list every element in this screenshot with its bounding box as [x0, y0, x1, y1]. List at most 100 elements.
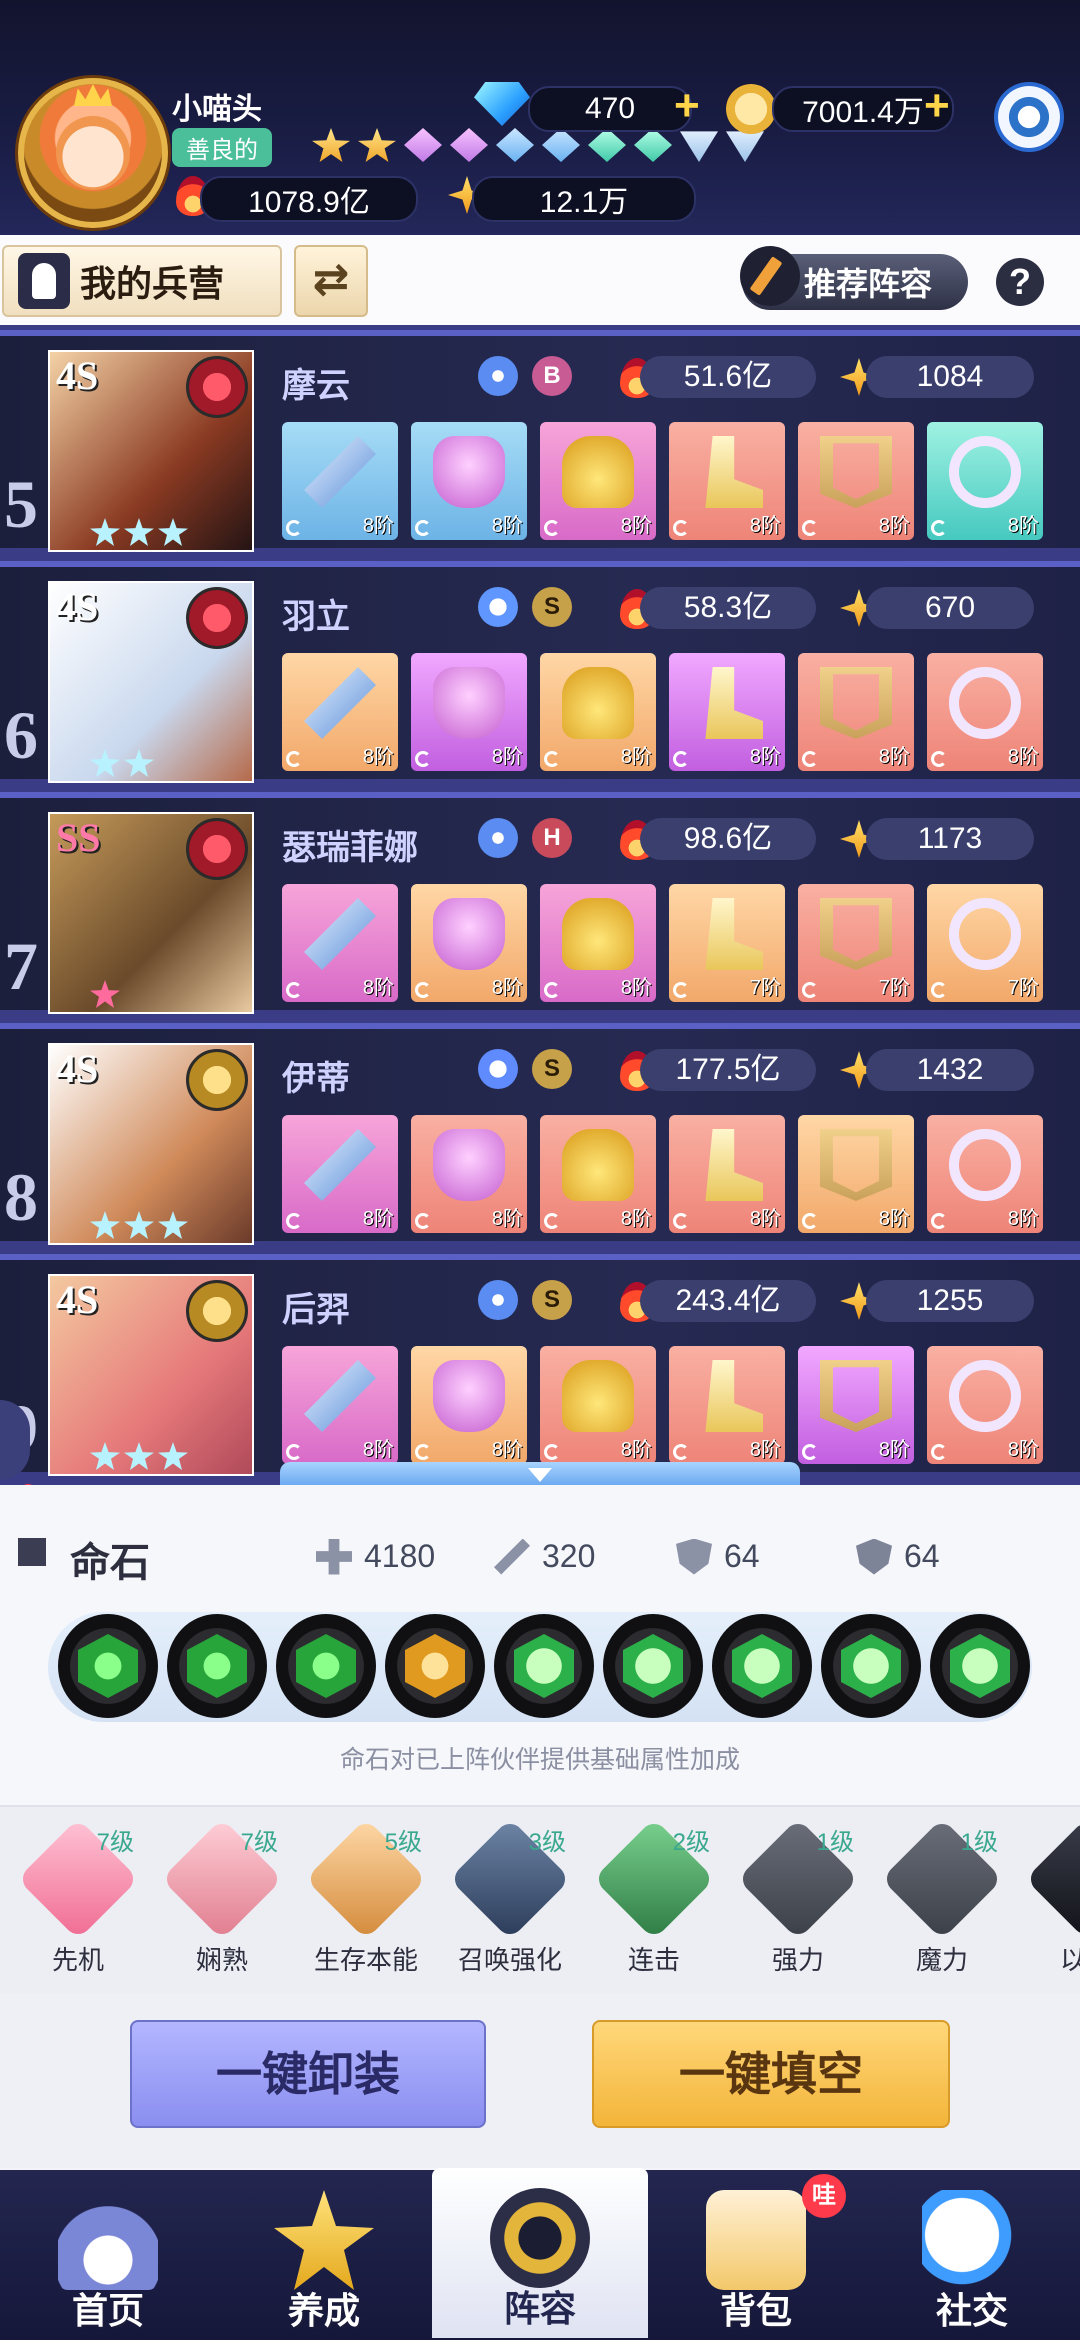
teal-rank-star-icon — [634, 128, 672, 162]
magic-shield-icon — [856, 1538, 892, 1575]
hero-row[interactable]: 7 SS 瑟瑞菲娜 H 98.6亿 1173 8阶 8阶 8阶 7阶 7阶 7阶 — [0, 792, 1080, 1014]
equipment-slot[interactable]: 8阶 — [282, 1346, 398, 1464]
nav-social[interactable]: 社交 — [864, 2170, 1080, 2340]
add-diamond-button[interactable]: + — [674, 84, 700, 128]
equipment-row: 8阶 8阶 8阶 8阶 8阶 8阶 — [282, 1346, 1043, 1464]
gold-fate-stone-icon[interactable] — [385, 1614, 485, 1718]
green-fate-stone-icon[interactable] — [58, 1614, 158, 1718]
add-gold-button[interactable]: + — [924, 84, 950, 128]
leaf-fate-stone-icon[interactable] — [712, 1614, 812, 1718]
ring-icon — [949, 436, 1021, 508]
equipment-slot[interactable]: 8阶 — [540, 422, 656, 540]
equipment-slot[interactable]: 7阶 — [798, 884, 914, 1002]
talent-skill[interactable]: 7级 先机 — [8, 1818, 148, 1977]
equipment-tier: 8阶 — [749, 1439, 781, 1461]
talent-skill[interactable]: 2级 连击 — [584, 1818, 724, 1977]
hero-lineup-list[interactable]: 5 4S 摩云 B 51.6亿 1084 8阶 8阶 8阶 8阶 8阶 8阶 6 4S 羽立 S 58.3亿 67… — [0, 325, 1080, 1485]
equipment-slot[interactable]: 8阶 — [411, 884, 527, 1002]
talent-skill[interactable]: 5级 生存本能 — [296, 1818, 436, 1977]
equipment-slot[interactable]: 8阶 — [411, 1346, 527, 1464]
fate-stone-title: 命石 — [70, 1541, 150, 1585]
player-avatar[interactable] — [18, 78, 168, 228]
hero-row[interactable]: 94S后羿S243.4亿12558阶8阶8阶8阶8阶8阶 — [0, 1254, 1080, 1476]
swap-button[interactable]: ⇄ — [294, 245, 368, 317]
hero-row[interactable]: 5 4S 摩云 B 51.6亿 1084 8阶 8阶 8阶 8阶 8阶 8阶 — [0, 330, 1080, 552]
equipment-slot[interactable]: 8阶 — [411, 1115, 527, 1233]
equipment-tier: 8阶 — [620, 977, 652, 999]
ring-icon — [949, 1360, 1021, 1432]
hero-spark: 1084 — [866, 356, 1034, 398]
hero-portrait[interactable]: SS — [48, 812, 254, 1014]
hero-portrait[interactable]: 4S — [48, 1043, 254, 1245]
lock-icon — [931, 520, 947, 536]
equipment-slot[interactable]: 8阶 — [798, 1115, 914, 1233]
green-fate-stone-icon[interactable] — [276, 1614, 376, 1718]
hero-row[interactable]: 6 4S 羽立 S 58.3亿 670 8阶 8阶 8阶 8阶 8阶 8阶 — [0, 561, 1080, 783]
leaf-fate-stone-icon[interactable] — [821, 1614, 921, 1718]
equipment-slot[interactable]: 8阶 — [798, 422, 914, 540]
equipment-slot[interactable]: 8阶 — [927, 422, 1043, 540]
skill-level: 7级 — [96, 1829, 134, 1856]
hero-power: 243.4亿 — [640, 1280, 816, 1322]
skill-name: 强力 — [771, 1945, 824, 1975]
equipment-slot[interactable]: 8阶 — [669, 1346, 785, 1464]
amulet-icon — [820, 1129, 892, 1201]
unequip-all-button[interactable]: 一键卸装 — [130, 2020, 486, 2128]
equipment-tier: 8阶 — [620, 746, 652, 768]
equipment-slot[interactable]: 8阶 — [927, 1115, 1043, 1233]
boot-icon — [705, 1360, 763, 1432]
talent-skill[interactable]: 1级 魔力 — [872, 1818, 1012, 1977]
talent-skill[interactable]: 7级 娴熟 — [152, 1818, 292, 1977]
talent-skill[interactable]: 1级 强力 — [728, 1818, 868, 1977]
equipment-slot[interactable]: 8阶 — [798, 1346, 914, 1464]
leaf-fate-stone-icon[interactable] — [930, 1614, 1030, 1718]
hero-portrait[interactable]: 4S — [48, 350, 254, 552]
hero-star-icon — [90, 980, 120, 1008]
settings-gear-icon[interactable] — [994, 82, 1064, 152]
equipment-slot[interactable]: 8阶 — [927, 653, 1043, 771]
hero-star-icon — [124, 518, 154, 546]
ring-icon — [949, 898, 1021, 970]
nav-lineup[interactable]: 阵容 — [432, 2168, 648, 2338]
equipment-slot[interactable]: 8阶 — [411, 653, 527, 771]
equipment-tier: 8阶 — [878, 515, 910, 537]
fill-all-button[interactable]: 一键填空 — [592, 2020, 950, 2128]
equipment-slot[interactable]: 8阶 — [669, 653, 785, 771]
equipment-slot[interactable]: 8阶 — [282, 653, 398, 771]
hero-portrait[interactable]: 4S — [48, 581, 254, 783]
hero-star-icon — [124, 749, 154, 777]
develop-star-icon — [274, 2190, 374, 2290]
my-barracks-button[interactable]: 我的兵营 — [2, 245, 282, 317]
equipment-slot[interactable]: 8阶 — [927, 1346, 1043, 1464]
equipment-slot[interactable]: 8阶 — [282, 1115, 398, 1233]
equipment-slot[interactable]: 8阶 — [669, 422, 785, 540]
talent-skill[interactable]: 以小 — [1016, 1818, 1080, 1977]
equipment-slot[interactable]: 8阶 — [798, 653, 914, 771]
help-button[interactable]: ? — [996, 258, 1044, 306]
talent-skill[interactable]: 3级 召唤强化 — [440, 1818, 580, 1977]
leaf-fate-stone-icon[interactable] — [494, 1614, 594, 1718]
expand-list-toggle[interactable] — [280, 1462, 800, 1486]
green-fate-stone-icon[interactable] — [167, 1614, 267, 1718]
equipment-slot[interactable]: 8阶 — [540, 1346, 656, 1464]
lock-icon — [802, 520, 818, 536]
sword-icon — [304, 1360, 376, 1432]
equipment-tier: 8阶 — [362, 977, 394, 999]
hero-row[interactable]: 8 4S 伊蒂 S 177.5亿 1432 8阶 8阶 8阶 8阶 8阶 8阶 — [0, 1023, 1080, 1245]
equipment-slot[interactable]: 8阶 — [669, 1115, 785, 1233]
faction-emblem-icon — [186, 1280, 248, 1342]
leaf-fate-stone-icon[interactable] — [603, 1614, 703, 1718]
nav-home[interactable]: 首页 — [0, 2170, 216, 2340]
equipment-slot[interactable]: 8阶 — [540, 1115, 656, 1233]
equipment-slot[interactable]: 7阶 — [927, 884, 1043, 1002]
equipment-slot[interactable]: 8阶 — [282, 884, 398, 1002]
hero-role-icon — [478, 818, 518, 858]
lineup-slot-number: 6 — [4, 697, 38, 773]
equipment-slot[interactable]: 7阶 — [669, 884, 785, 1002]
equipment-slot[interactable]: 8阶 — [540, 653, 656, 771]
equipment-slot[interactable]: 8阶 — [411, 422, 527, 540]
equipment-slot[interactable]: 8阶 — [282, 422, 398, 540]
hero-portrait[interactable]: 4S — [48, 1274, 254, 1476]
equipment-slot[interactable]: 8阶 — [540, 884, 656, 1002]
nav-develop[interactable]: 养成 — [216, 2170, 432, 2340]
